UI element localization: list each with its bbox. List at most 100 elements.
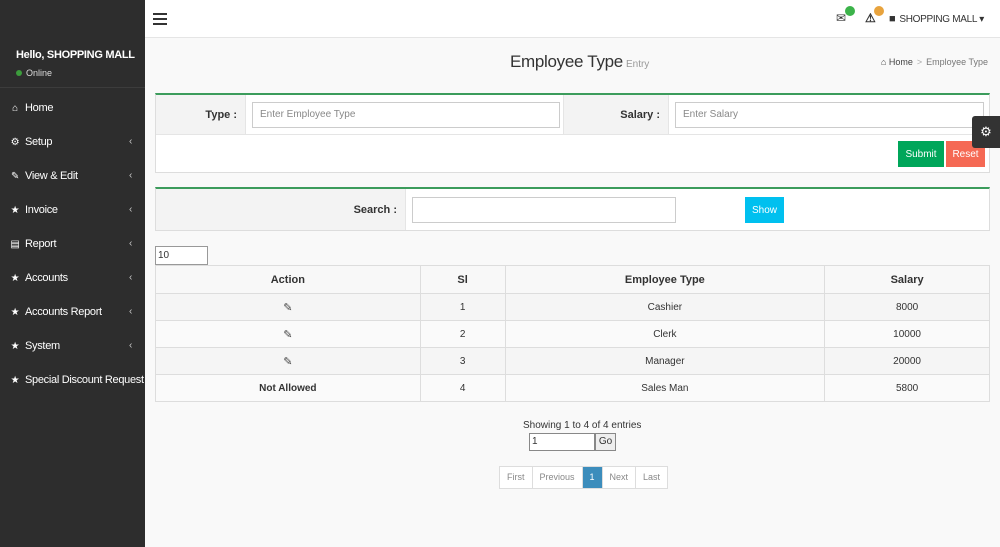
goto-page-input[interactable]: 1	[529, 433, 595, 451]
chevron-left-icon: ‹	[128, 136, 132, 147]
edit-icon[interactable]: ✎	[283, 355, 292, 368]
employee-type-cell: Cashier	[504, 293, 826, 321]
employee-type-cell: Manager	[504, 347, 826, 375]
column-header-employee-type[interactable]: Employee Type	[504, 265, 826, 294]
sidebar: Hello, SHOPPING MALL Online ⌂ Home ⚙ Setup…	[0, 0, 145, 547]
edit-icon[interactable]: ✎	[283, 328, 292, 341]
sidebar-item-view-edit[interactable]: ✎ View & Edit ‹	[0, 159, 145, 193]
user-greeting: Hello, SHOPPING MALL	[16, 49, 135, 61]
pager-last[interactable]: Last	[636, 467, 667, 488]
table-row: ✎ 1 Cashier 8000	[155, 293, 990, 321]
search-box: Search : Show	[155, 187, 990, 231]
home-icon: ⌂	[12, 103, 18, 114]
go-button[interactable]: Go	[595, 433, 616, 451]
sidebar-item-report[interactable]: ▤ Report ‹	[0, 227, 145, 261]
pager-next[interactable]: Next	[603, 467, 637, 488]
user-menu[interactable]: ■ SHOPPING MALL ▾	[889, 13, 984, 25]
pager-previous[interactable]: Previous	[533, 467, 583, 488]
salary-cell: 5800	[824, 374, 990, 402]
chevron-left-icon: ‹	[128, 204, 132, 215]
submit-button[interactable]: Submit	[898, 141, 944, 167]
mail-badge	[845, 6, 855, 16]
employee-type-cell: Sales Man	[504, 374, 826, 402]
page-subtitle: Entry	[625, 59, 650, 70]
sidebar-item-system[interactable]: ★ System ‹	[0, 329, 145, 363]
menu-toggle-icon[interactable]	[153, 13, 167, 25]
column-header-salary[interactable]: Salary	[824, 265, 990, 294]
salary-field-cell	[669, 95, 989, 134]
action-cell: ✎	[155, 293, 421, 321]
edit-icon[interactable]: ✎	[283, 301, 292, 314]
online-status-label: Online	[26, 68, 53, 78]
home-icon: ⌂	[880, 57, 887, 67]
table-row: ✎ 3 Manager 20000	[155, 347, 990, 375]
column-header-action[interactable]: Action	[155, 265, 421, 294]
breadcrumb-home[interactable]: Home	[889, 57, 913, 67]
cogs-icon: ⚙	[10, 137, 20, 148]
sidebar-item-label: Setup	[25, 136, 53, 148]
chevron-left-icon: ‹	[128, 340, 132, 351]
sl-cell: 1	[419, 293, 506, 321]
user-icon: ■	[889, 13, 896, 25]
sidebar-item-special-discount[interactable]: ★ Special Discount Request	[0, 363, 145, 397]
edit-icon: ✎	[10, 171, 20, 182]
sidebar-item-home[interactable]: ⌂ Home	[0, 91, 145, 125]
star-icon: ★	[10, 307, 20, 318]
search-row: Search :	[156, 189, 989, 230]
star-icon: ★	[10, 205, 20, 216]
sidebar-item-setup[interactable]: ⚙ Setup ‹	[0, 125, 145, 159]
page-title-text: Employee Type	[510, 52, 623, 71]
search-label: Search :	[156, 189, 406, 230]
entry-form-row: Type : Salary :	[156, 95, 989, 135]
sidebar-item-accounts[interactable]: ★ Accounts ‹	[0, 261, 145, 295]
sidebar-item-label: Special Discount Request	[25, 374, 144, 386]
settings-gear-icon[interactable]: ⚙	[972, 116, 1000, 148]
salary-input[interactable]	[675, 101, 984, 128]
content-header: Employee Type Entry ⌂ Home > Employee Type	[145, 38, 1000, 88]
star-icon: ★	[10, 375, 20, 386]
sidebar-item-label: View & Edit	[25, 170, 78, 182]
action-cell: ✎	[155, 347, 421, 375]
chevron-left-icon: ‹	[128, 272, 132, 283]
salary-cell: 10000	[824, 320, 990, 348]
star-icon: ★	[10, 273, 20, 284]
action-cell-not-allowed: Not Allowed	[155, 374, 421, 402]
table-row: ✎ 2 Clerk 10000	[155, 320, 990, 348]
top-navbar: ✉ ⚠ ■ SHOPPING MALL ▾	[145, 0, 1000, 38]
sl-cell: 2	[419, 320, 506, 348]
page-title: Employee Type Entry	[510, 52, 649, 72]
chevron-left-icon: ‹	[128, 306, 132, 317]
sidebar-item-label: Accounts Report	[25, 306, 102, 318]
salary-label: Salary :	[564, 95, 669, 134]
alert-badge	[874, 6, 884, 16]
sidebar-item-invoice[interactable]: ★ Invoice ‹	[0, 193, 145, 227]
employee-type-input[interactable]	[252, 101, 560, 128]
star-icon: ★	[10, 341, 20, 352]
sidebar-item-label: System	[25, 340, 60, 352]
salary-cell: 8000	[824, 293, 990, 321]
pager-first[interactable]: First	[500, 467, 533, 488]
breadcrumb-current: Employee Type	[926, 57, 988, 67]
page-length-input[interactable]: 10	[155, 246, 208, 265]
employee-type-cell: Clerk	[504, 320, 826, 348]
sidebar-item-label: Accounts	[25, 272, 68, 284]
chevron-left-icon: ‹	[128, 238, 132, 249]
action-cell: ✎	[155, 320, 421, 348]
sidebar-item-label: Home	[25, 102, 54, 114]
sidebar-item-label: Invoice	[25, 204, 58, 216]
sidebar-item-accounts-report[interactable]: ★ Accounts Report ‹	[0, 295, 145, 329]
sidebar-menu: ⌂ Home ⚙ Setup ‹ ✎ View & Edit ‹ ★ Invoice ‹ ▤ R…	[0, 91, 145, 397]
sidebar-item-label: Report	[25, 238, 57, 250]
column-header-sl[interactable]: Sl	[419, 265, 506, 294]
entry-form-box: Type : Salary : Submit Reset	[155, 93, 990, 173]
chevron-left-icon: ‹	[128, 170, 132, 181]
pager-page-1[interactable]: 1	[582, 467, 603, 488]
file-icon: ▤	[10, 239, 20, 250]
user-name: SHOPPING MALL	[899, 14, 977, 25]
show-button[interactable]: Show	[745, 197, 784, 223]
table-row: Not Allowed 4 Sales Man 5800	[155, 374, 990, 402]
search-input[interactable]	[412, 196, 676, 223]
user-panel: Hello, SHOPPING MALL Online	[0, 0, 145, 88]
search-field-cell	[406, 189, 986, 230]
employee-type-table: Action Sl Employee Type Salary ✎ 1 Cashi…	[155, 265, 990, 402]
